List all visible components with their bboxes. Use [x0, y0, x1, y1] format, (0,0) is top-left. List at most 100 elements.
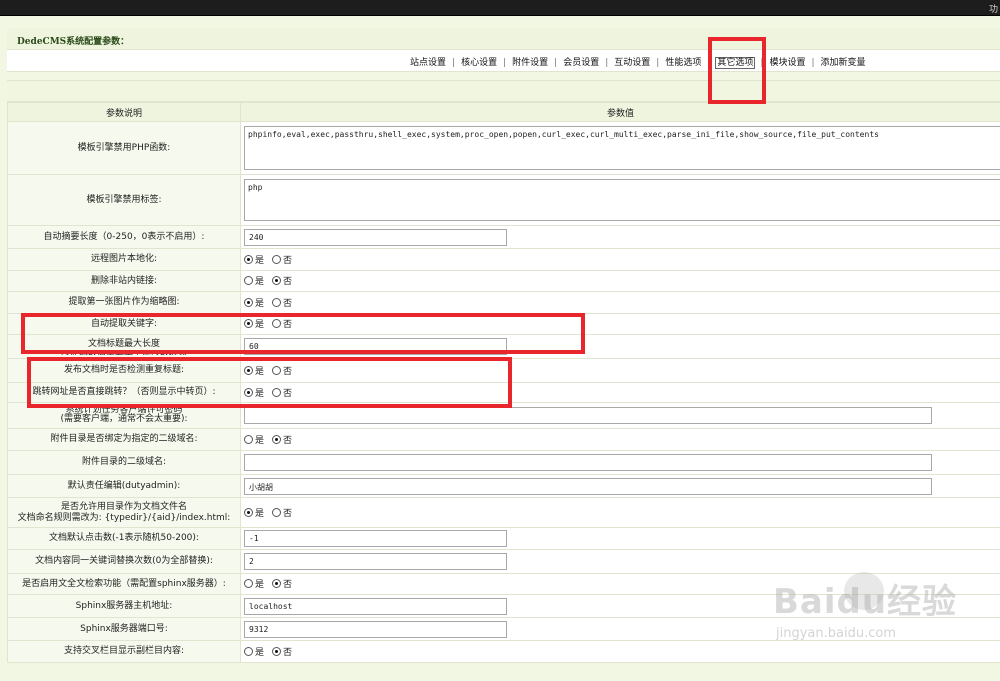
click-input[interactable]: -1 — [244, 530, 507, 547]
row-label: 远程图片本地化: — [7, 248, 241, 271]
row-label-line1: 系统计划任务客户端许可密码 — [65, 406, 183, 414]
tab-list: 站点设置 | 核心设置 | 附件设置 | 会员设置 | 互动设置 | 性能选项 | 其它选项 | 模块设置 |… — [409, 55, 867, 69]
radio-label-no: 否 — [283, 435, 293, 446]
tab-5[interactable]: 性能选项 — [664, 58, 702, 68]
sphinx-radio-no[interactable] — [272, 579, 282, 588]
dirname-radio-group: 是否 — [244, 506, 300, 519]
tab-separator: | — [452, 58, 456, 68]
remoteimg-radio-no[interactable] — [272, 254, 282, 264]
radio-label-no: 否 — [283, 277, 293, 287]
tab-separator: | — [605, 58, 609, 68]
row-label: 文档内容同一关键词替换次数(0为全部替换): — [7, 549, 241, 574]
tab-7[interactable]: 模块设置 — [768, 58, 806, 68]
checktitle-radio-no[interactable] — [272, 365, 282, 375]
litpic-radio-yes[interactable] — [244, 297, 253, 307]
row-label-line1: 是否允许用目录作为文档文件名 — [60, 501, 187, 512]
row-label: 文档默认点击数(-1表示随机50-200): — [7, 527, 241, 550]
tab-separator: | — [503, 58, 507, 68]
row-label-line2: 改此参数后需要手工修改数据表 — [60, 349, 187, 355]
autokw-radio-no[interactable] — [272, 319, 282, 328]
tab-8[interactable]: 添加新变量 — [820, 58, 867, 68]
sphinxport-input[interactable]: 9312 — [244, 620, 507, 638]
litpic-radio-no[interactable] — [272, 297, 282, 307]
dellink-radio-no[interactable] — [272, 276, 282, 285]
row-label: Sphinx服务器主机地址: — [7, 594, 241, 618]
radio-label-no: 否 — [283, 366, 293, 377]
row-label-line1: 文档标题最大长度 — [87, 338, 160, 349]
tab-4[interactable]: 互动设置 — [613, 58, 651, 68]
sphinxhost-input[interactable]: localhost — [244, 597, 507, 615]
radio-label-yes: 是 — [255, 580, 265, 590]
radio-label-yes: 是 — [255, 298, 265, 309]
row-label-line2: 文档命名规则需改为: {typedir}/{aid}/index.html: — [17, 512, 231, 523]
watermark-logo: Baidu经验 — [773, 582, 958, 622]
table-row: 默认责任编辑(dutyadmin): 小胡胡 — [7, 474, 1000, 498]
table-row: 附件目录的二级域名: — [7, 450, 1000, 475]
table-row: 是否允许用目录作为文档文件名 文档命名规则需改为: {typedir}/{aid… — [7, 497, 1000, 528]
table-row: 系统计划任务客户端许可密码 (需要客户端，通常不会太重要): — [7, 402, 1000, 429]
sphinx-radio-yes[interactable] — [244, 579, 253, 588]
kwreplace-input[interactable]: 2 — [244, 553, 507, 570]
tab-1[interactable]: 核心设置 — [460, 58, 498, 68]
radio-label-yes: 是 — [255, 435, 265, 446]
sphinx-radio-group: 是否 — [244, 577, 300, 590]
row-label: 附件目录是否绑定为指定的二级域名: — [7, 428, 241, 451]
crossshow-radio-yes[interactable] — [244, 646, 253, 656]
header-value: 参数值 — [240, 102, 1000, 122]
row-label: 自动摘要长度（0-250，0表示不启用）: — [7, 225, 241, 249]
tab-separator: | — [554, 58, 558, 68]
row-label: 自动提取关键字: — [7, 313, 241, 335]
row-label: 提取第一张图片作为缩略图: — [7, 291, 241, 314]
table-row: 文档默认点击数(-1表示随机50-200): -1 — [7, 527, 1000, 550]
tab-3[interactable]: 会员设置 — [562, 58, 600, 68]
autodesc-input[interactable]: 240 — [244, 228, 507, 246]
taskpwd-input[interactable] — [244, 407, 932, 424]
tab-separator: | — [811, 58, 815, 68]
attdomain-input[interactable] — [244, 454, 932, 471]
row-label: 文档标题最大长度 改此参数后需要手工修改数据表 — [7, 334, 241, 359]
radio-label-yes: 是 — [255, 277, 265, 287]
tab-6[interactable]: 其它选项 — [715, 57, 756, 69]
tab-separator: | — [656, 58, 660, 68]
distag-textarea[interactable]: php — [244, 179, 1000, 221]
autokw-radio-yes[interactable] — [244, 319, 253, 328]
radio-label-no: 否 — [283, 647, 293, 658]
watermark-site: jingyan.baidu.com — [776, 626, 896, 641]
row-label: 发布文档时是否检测重复标题: — [7, 358, 241, 383]
table-row: 附件目录是否绑定为指定的二级域名: 是否 — [7, 428, 1000, 451]
radio-label-yes: 是 — [255, 366, 265, 377]
dutyadmin-input[interactable]: 小胡胡 — [244, 477, 932, 495]
titlemax-input[interactable]: 60 — [244, 338, 507, 355]
remoteimg-radio-yes[interactable] — [244, 254, 253, 264]
binddomain-radio-group: 是否 — [244, 433, 300, 446]
radio-label-no: 否 — [283, 320, 293, 330]
dirname-radio-no[interactable] — [272, 507, 282, 517]
table-row: 自动提取关键字: 是否 — [7, 313, 1000, 335]
tab-bar: 站点设置 | 核心设置 | 附件设置 | 会员设置 | 互动设置 | 性能选项 | 其它选项 | 模块设置 |… — [7, 50, 1000, 72]
radio-label-yes: 是 — [255, 388, 265, 399]
tab-2[interactable]: 附件设置 — [511, 58, 549, 68]
radio-label-yes: 是 — [255, 255, 265, 266]
checktitle-radio-group: 是否 — [244, 364, 300, 377]
jumpurl-radio-yes[interactable] — [244, 387, 253, 397]
radio-label-yes: 是 — [255, 647, 265, 658]
disfunc-textarea[interactable]: phpinfo,eval,exec,passthru,shell_exec,sy… — [244, 126, 1000, 170]
radio-label-no: 否 — [283, 580, 293, 590]
row-label: 默认责任编辑(dutyadmin): — [7, 474, 241, 498]
dellink-radio-yes[interactable] — [244, 276, 253, 285]
binddomain-radio-no[interactable] — [272, 434, 282, 444]
jumpurl-radio-no[interactable] — [272, 387, 282, 397]
checktitle-radio-yes[interactable] — [244, 365, 253, 375]
table-row: 发布文档时是否检测重复标题: 是否 — [7, 358, 1000, 383]
crossshow-radio-group: 是否 — [244, 645, 300, 658]
crossshow-radio-no[interactable] — [272, 646, 282, 656]
tab-0[interactable]: 站点设置 — [409, 58, 447, 68]
top-bar-fragment: 功 — [988, 5, 998, 15]
binddomain-radio-yes[interactable] — [244, 434, 253, 444]
radio-label-yes: 是 — [255, 508, 265, 519]
dirname-radio-yes[interactable] — [244, 507, 253, 517]
row-label-line2: (需要客户端，通常不会太重要): — [60, 413, 188, 424]
row-label: 跳转网址是否直接跳转？（否则显示中转页）: — [7, 382, 241, 403]
page-title: DedeCMS系统配置参数： — [17, 37, 130, 47]
header-name: 参数说明 — [7, 102, 241, 122]
